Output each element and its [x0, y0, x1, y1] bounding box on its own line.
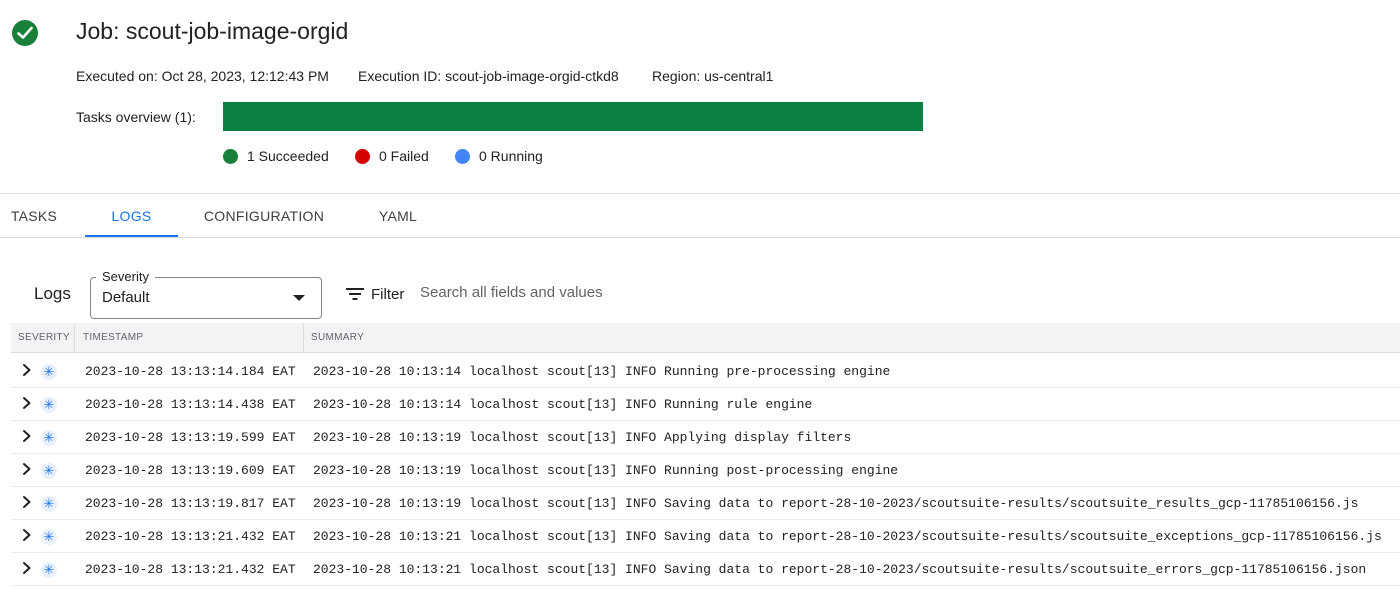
chevron-right-icon[interactable]	[21, 495, 33, 513]
row-summary: 2023-10-28 10:13:21 localhost scout[13] …	[313, 529, 1382, 544]
legend-succeeded-label: 1 Succeeded	[247, 148, 329, 164]
table-row[interactable]: ✳ 2023-10-28 13:13:21.432 EAT 2023-10-28 1…	[11, 520, 1400, 553]
column-header-summary[interactable]: SUMMARY	[304, 323, 364, 353]
row-timestamp: 2023-10-28 13:13:14.184 EAT	[85, 364, 296, 379]
tasks-overview-label: Tasks overview (1):	[76, 109, 196, 125]
chevron-right-icon[interactable]	[21, 363, 33, 381]
default-severity-icon: ✳	[41, 496, 57, 512]
default-severity-icon: ✳	[41, 463, 57, 479]
tab-configuration[interactable]: CONFIGURATION	[196, 195, 332, 237]
log-rows: ✳ 2023-10-28 13:13:14.184 EAT 2023-10-28 1…	[11, 353, 1400, 586]
executed-on-text: Executed on: Oct 28, 2023, 12:12:43 PM	[76, 68, 329, 84]
running-dot-icon	[455, 148, 470, 164]
default-severity-icon: ✳	[41, 430, 57, 446]
filter-button[interactable]: Filter	[346, 284, 404, 304]
tab-logs[interactable]: LOGS	[85, 195, 178, 238]
failed-dot-icon	[355, 148, 370, 164]
table-row[interactable]: ✳ 2023-10-28 13:13:14.438 EAT 2023-10-28 1…	[11, 388, 1400, 421]
legend-running: 0 Running	[455, 147, 543, 165]
tabs-divider	[0, 237, 1400, 238]
table-row[interactable]: ✳ 2023-10-28 13:13:19.817 EAT 2023-10-28 1…	[11, 487, 1400, 520]
default-severity-icon: ✳	[41, 397, 57, 413]
tasks-progress-bar	[223, 102, 923, 131]
succeeded-dot-icon	[223, 148, 238, 164]
table-row[interactable]: ✳ 2023-10-28 13:13:21.432 EAT 2023-10-28 1…	[11, 553, 1400, 586]
legend-succeeded: 1 Succeeded	[223, 147, 329, 165]
row-timestamp: 2023-10-28 13:13:21.432 EAT	[85, 529, 296, 544]
chevron-right-icon[interactable]	[21, 462, 33, 480]
column-header-timestamp[interactable]: TIMESTAMP	[75, 323, 304, 353]
region-text: Region: us-central1	[652, 68, 774, 84]
row-timestamp: 2023-10-28 13:13:19.599 EAT	[85, 430, 296, 445]
row-summary: 2023-10-28 10:13:14 localhost scout[13] …	[313, 364, 891, 379]
tab-yaml[interactable]: YAML	[366, 195, 430, 237]
legend-failed-label: 0 Failed	[379, 148, 429, 164]
severity-value: Default	[102, 289, 150, 306]
row-timestamp: 2023-10-28 13:13:19.817 EAT	[85, 496, 296, 511]
column-header-severity[interactable]: SEVERITY	[11, 323, 75, 353]
table-row[interactable]: ✳ 2023-10-28 13:13:19.599 EAT 2023-10-28 1…	[11, 421, 1400, 454]
check-circle-icon	[12, 20, 38, 46]
legend-failed: 0 Failed	[355, 147, 429, 165]
chevron-right-icon[interactable]	[21, 528, 33, 546]
chevron-right-icon[interactable]	[21, 396, 33, 414]
row-timestamp: 2023-10-28 13:13:21.432 EAT	[85, 562, 296, 577]
filter-label: Filter	[371, 285, 405, 303]
search-input[interactable]	[420, 284, 740, 301]
severity-label: Severity	[96, 269, 155, 284]
chevron-right-icon[interactable]	[21, 561, 33, 579]
default-severity-icon: ✳	[41, 562, 57, 578]
table-row[interactable]: ✳ 2023-10-28 13:13:14.184 EAT 2023-10-28 1…	[11, 355, 1400, 388]
row-timestamp: 2023-10-28 13:13:19.609 EAT	[85, 463, 296, 478]
row-summary: 2023-10-28 10:13:19 localhost scout[13] …	[313, 430, 852, 445]
log-table-header: SEVERITY TIMESTAMP SUMMARY	[11, 323, 1400, 353]
row-summary: 2023-10-28 10:13:21 localhost scout[13] …	[313, 562, 1367, 577]
header-divider	[0, 193, 1400, 194]
row-timestamp: 2023-10-28 13:13:14.438 EAT	[85, 397, 296, 412]
tasks-progress-fill	[223, 102, 923, 131]
table-row[interactable]: ✳ 2023-10-28 13:13:19.609 EAT 2023-10-28 1…	[11, 454, 1400, 487]
row-summary: 2023-10-28 10:13:19 localhost scout[13] …	[313, 496, 1359, 511]
row-summary: 2023-10-28 10:13:14 localhost scout[13] …	[313, 397, 813, 412]
execution-id-text: Execution ID: scout-job-image-orgid-ctkd…	[358, 68, 619, 84]
log-table: SEVERITY TIMESTAMP SUMMARY ✳ 2023-10-28 1…	[11, 323, 1400, 586]
default-severity-icon: ✳	[41, 364, 57, 380]
page-title: Job: scout-job-image-orgid	[76, 18, 349, 44]
dropdown-caret-icon	[293, 295, 305, 301]
chevron-right-icon[interactable]	[21, 429, 33, 447]
default-severity-icon: ✳	[41, 529, 57, 545]
logs-heading: Logs	[34, 284, 71, 303]
tab-tasks[interactable]: TASKS	[0, 195, 68, 237]
row-summary: 2023-10-28 10:13:19 localhost scout[13] …	[313, 463, 899, 478]
filter-icon	[346, 288, 364, 300]
legend-running-label: 0 Running	[479, 148, 543, 164]
